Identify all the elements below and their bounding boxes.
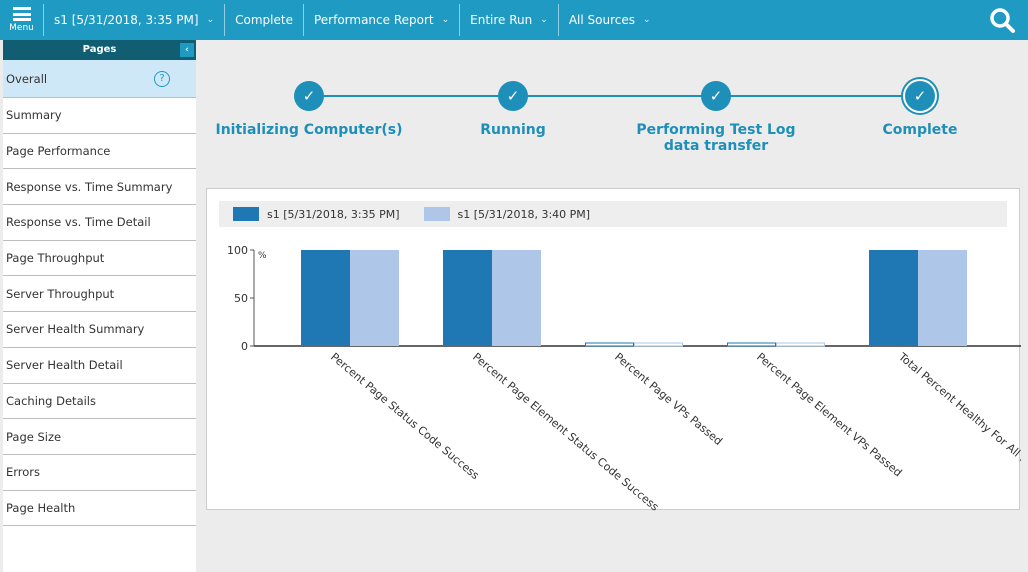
bar	[634, 342, 683, 347]
step-label: Initializing Computer(s)	[215, 122, 403, 138]
x-tick-label: Total Percent Healthy For All Pag	[895, 350, 1021, 475]
search-icon[interactable]	[988, 6, 1016, 34]
sources-dropdown[interactable]: All Sources ⌄	[559, 4, 661, 36]
sidebar-header: Pages ‹	[3, 40, 196, 60]
sidebar-item[interactable]: Response vs. Time Summary	[3, 169, 196, 206]
sidebar-item[interactable]: Page Throughput	[3, 241, 196, 277]
sidebar-item-label: Server Health Summary	[6, 322, 145, 337]
sidebar-item[interactable]: Overall?	[3, 60, 196, 98]
sidebar-item-label: Page Size	[6, 429, 62, 444]
sidebar-item[interactable]: Summary	[3, 98, 196, 134]
sidebar-item-label: Errors	[6, 465, 41, 480]
check-icon: ✓	[498, 81, 528, 111]
chevron-down-icon: ⌄	[441, 15, 450, 25]
sidebar-item-label: Summary	[6, 108, 62, 123]
check-icon: ✓	[701, 81, 731, 111]
sidebar-item[interactable]: Page Health	[3, 491, 196, 527]
chevron-down-icon: ⌄	[642, 15, 651, 25]
toolbar: Menu s1 [5/31/2018, 3:35 PM] ⌄ Complete P…	[0, 0, 1028, 40]
sidebar-item-label: Response vs. Time Detail	[6, 215, 151, 230]
step-connector	[513, 95, 716, 97]
bar	[727, 342, 776, 347]
hamburger-icon	[12, 7, 31, 21]
chevron-down-icon: ⌄	[540, 15, 548, 25]
sidebar-item[interactable]: Page Size	[3, 419, 196, 455]
bar	[776, 342, 825, 347]
step-label: Complete	[882, 122, 958, 138]
status-button[interactable]: Complete	[225, 4, 304, 36]
sidebar: Pages ‹ Overall? Summary Page Performance Re…	[3, 40, 196, 572]
report-label: Performance Report	[313, 13, 434, 27]
sidebar-item-label: Server Health Detail	[6, 358, 123, 373]
menu-label: Menu	[9, 23, 34, 33]
x-tick-label: Percent Page VPs Passed	[612, 350, 725, 448]
sidebar-title: Pages	[82, 44, 117, 55]
help-icon[interactable]: ?	[154, 70, 170, 87]
step-label: Performing Test Log data transfer	[636, 122, 796, 154]
sidebar-item[interactable]: Server Health Summary	[3, 312, 196, 348]
bar	[492, 250, 541, 346]
status-label: Complete	[235, 13, 293, 27]
sidebar-item-label: Page Throughput	[6, 251, 105, 266]
bar	[301, 250, 350, 346]
sidebar-item-label: Page Health	[6, 500, 76, 515]
bar	[350, 250, 399, 346]
sidebar-item-label: Server Throughput	[6, 286, 115, 301]
bar-chart: 0 50 100 % Percent Page Status Code Success P…	[227, 244, 1021, 511]
step-connector	[309, 95, 513, 97]
sidebar-item[interactable]: Server Throughput	[3, 276, 196, 313]
bar	[443, 250, 492, 346]
chevron-down-icon: ⌄	[206, 15, 215, 25]
sidebar-item-label: Caching Details	[6, 393, 96, 408]
run-label: s1 [5/31/2018, 3:35 PM]	[54, 13, 199, 27]
sidebar-item[interactable]: Server Health Detail	[3, 348, 196, 384]
sidebar-item[interactable]: Errors	[3, 455, 196, 491]
sidebar-item-label: Overall	[6, 71, 48, 86]
y-unit: %	[258, 251, 267, 261]
x-tick-label: Percent Page Element VPs Passed	[754, 350, 904, 479]
y-tick-label: 100	[227, 244, 248, 257]
sidebar-item[interactable]: Caching Details	[3, 384, 196, 420]
bar	[585, 342, 634, 347]
menu-button[interactable]: Menu	[0, 4, 44, 36]
sidebar-item[interactable]: Response vs. Time Detail	[3, 205, 196, 241]
y-tick-label: 50	[234, 292, 248, 305]
x-tick-label: Percent Page Status Code Success	[328, 350, 482, 482]
bar	[918, 250, 967, 346]
step-connector	[716, 95, 920, 97]
run-dropdown[interactable]: s1 [5/31/2018, 3:35 PM] ⌄	[44, 4, 226, 36]
check-icon: ✓	[905, 81, 935, 111]
range-dropdown[interactable]: Entire Run ⌄	[460, 4, 559, 36]
bar	[869, 250, 918, 346]
sidebar-item[interactable]: Page Performance	[3, 134, 196, 170]
sidebar-item-label: Page Performance	[6, 144, 111, 159]
report-dropdown[interactable]: Performance Report ⌄	[304, 4, 461, 36]
step-label: Running	[480, 122, 546, 138]
collapse-icon[interactable]: ‹	[180, 43, 194, 57]
sidebar-item-label: Response vs. Time Summary	[6, 179, 173, 194]
sources-label: All Sources	[568, 13, 635, 27]
range-label: Entire Run	[470, 13, 533, 27]
y-tick-label: 0	[241, 340, 248, 353]
check-icon: ✓	[294, 81, 324, 111]
chart-panel: s1 [5/31/2018, 3:35 PM] s1 [5/31/2018, 3…	[206, 188, 1021, 511]
